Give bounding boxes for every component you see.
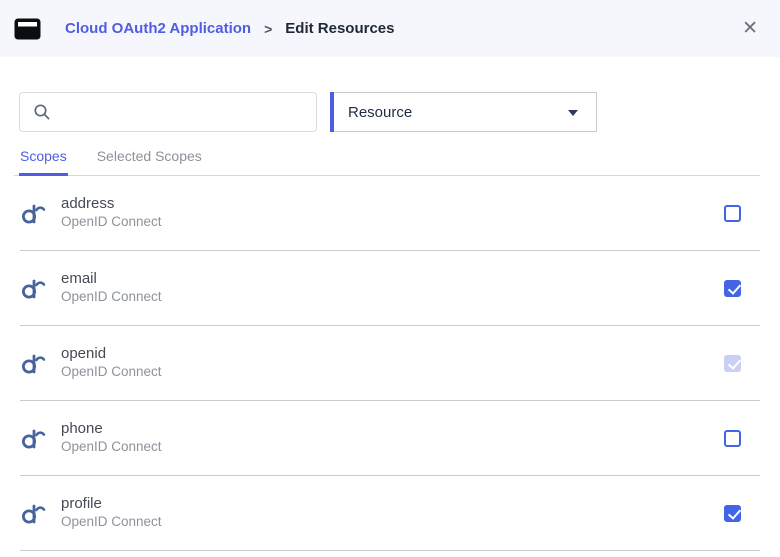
breadcrumb-separator: > — [264, 21, 272, 37]
scope-name: address — [61, 195, 162, 214]
scope-name: email — [61, 270, 162, 289]
tabs: Scopes Selected Scopes — [14, 148, 760, 176]
scope-row-profile: profile OpenID Connect — [20, 476, 760, 551]
scope-name: openid — [61, 345, 162, 364]
tab-selected-scopes[interactable]: Selected Scopes — [96, 148, 203, 176]
resource-select[interactable]: Resource — [330, 92, 597, 132]
edit-resources-dialog: Cloud OAuth2 Application > Edit Resource… — [0, 0, 780, 557]
search-input[interactable] — [51, 93, 316, 131]
scope-text: address OpenID Connect — [61, 195, 162, 231]
scope-provider: OpenID Connect — [61, 214, 162, 231]
openid-icon — [20, 425, 47, 452]
search-input-container — [19, 92, 317, 132]
tab-scopes[interactable]: Scopes — [19, 148, 68, 176]
scope-row-openid: openid OpenID Connect — [20, 326, 760, 401]
scope-checkbox-address[interactable] — [724, 205, 741, 222]
openid-icon — [20, 275, 47, 302]
chevron-down-icon — [568, 110, 578, 116]
scope-checkbox-openid — [724, 355, 741, 372]
openid-icon — [20, 350, 47, 377]
openid-icon — [20, 500, 47, 527]
scope-text: phone OpenID Connect — [61, 420, 162, 456]
scope-provider: OpenID Connect — [61, 289, 162, 306]
scope-list: address OpenID Connect email OpenID Conn… — [0, 176, 780, 551]
scope-row-address: address OpenID Connect — [20, 176, 760, 251]
app-window-icon — [14, 17, 41, 41]
scope-checkbox-profile[interactable] — [724, 505, 741, 522]
scope-checkbox-phone[interactable] — [724, 430, 741, 447]
scope-provider: OpenID Connect — [61, 514, 162, 531]
dialog-header: Cloud OAuth2 Application > Edit Resource… — [0, 0, 780, 57]
scope-row-phone: phone OpenID Connect — [20, 401, 760, 476]
scope-provider: OpenID Connect — [61, 439, 162, 456]
scope-text: profile OpenID Connect — [61, 495, 162, 531]
breadcrumb: Cloud OAuth2 Application > Edit Resource… — [65, 20, 395, 37]
close-icon[interactable]: ✕ — [738, 15, 762, 42]
scope-name: phone — [61, 420, 162, 439]
scope-text: email OpenID Connect — [61, 270, 162, 306]
page-title: Edit Resources — [285, 20, 394, 37]
scope-provider: OpenID Connect — [61, 364, 162, 381]
openid-icon — [20, 200, 47, 227]
scope-checkbox-email[interactable] — [724, 280, 741, 297]
toolbar: Resource — [19, 92, 780, 132]
search-icon — [33, 103, 51, 121]
scope-text: openid OpenID Connect — [61, 345, 162, 381]
breadcrumb-link-cloud-oauth2-application[interactable]: Cloud OAuth2 Application — [65, 20, 251, 37]
scope-row-email: email OpenID Connect — [20, 251, 760, 326]
scope-name: profile — [61, 495, 162, 514]
resource-select-value: Resource — [348, 104, 412, 121]
